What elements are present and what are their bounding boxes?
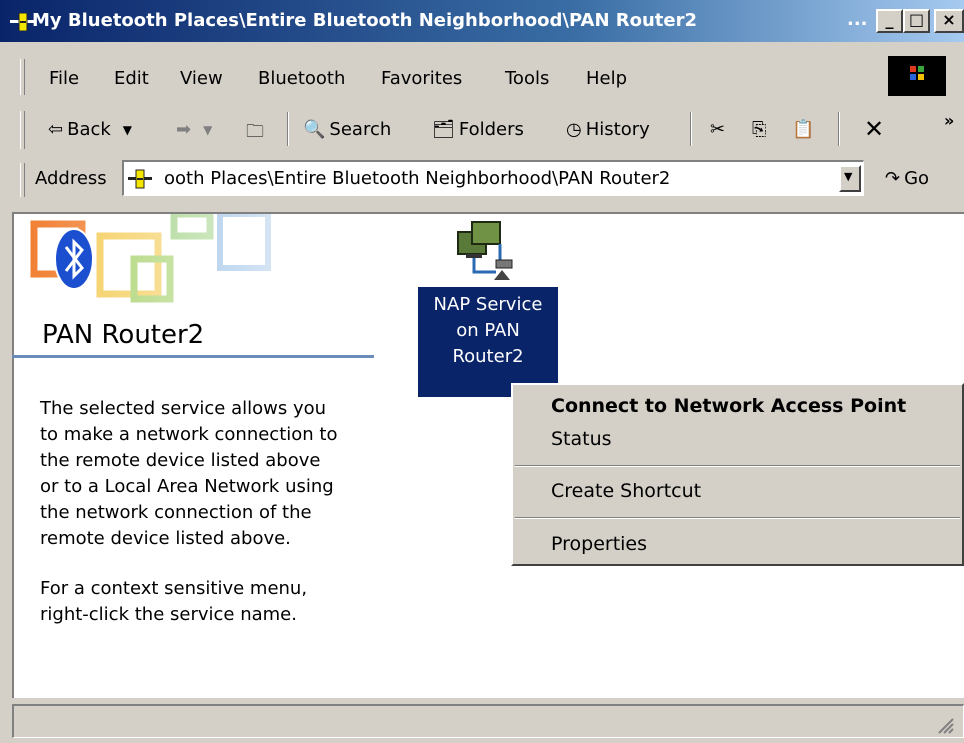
menu-favorites[interactable]: Favorites (381, 68, 462, 89)
menu-item-connect[interactable]: Connect to Network Access Point (551, 395, 906, 417)
address-value: ooth Places\Entire Bluetooth Neighborhoo… (164, 168, 671, 189)
go-button[interactable]: ↷ Go (885, 168, 929, 189)
history-label: History (585, 119, 650, 140)
back-dropdown-icon[interactable]: ▼ (123, 123, 132, 137)
back-button[interactable]: ⇦ Back ▼ (48, 119, 132, 140)
menu-separator (515, 517, 960, 519)
history-icon: ◷ (566, 119, 582, 140)
hint-line: For a context sensitive menu, (40, 578, 308, 599)
copy-button[interactable]: ⎘ (752, 119, 766, 140)
nap-label-line: on PAN (456, 320, 520, 341)
toolbar-chevron[interactable]: » (944, 111, 954, 130)
menu-item-create-shortcut[interactable]: Create Shortcut (551, 480, 701, 502)
forward-dropdown-icon[interactable]: ▼ (203, 123, 212, 137)
back-arrow-icon: ⇦ (48, 119, 64, 140)
context-menu-hint: For a context sensitive menu, right-clic… (40, 576, 370, 628)
up-folder-icon: 🗀 (246, 121, 264, 142)
resize-grip-icon[interactable] (936, 716, 954, 734)
device-name: PAN Router2 (42, 320, 205, 350)
folders-button[interactable]: 🗂 Folders (432, 119, 524, 140)
address-dropdown-button[interactable]: ▼ (839, 165, 861, 192)
search-icon: 🔍 (303, 119, 326, 140)
search-label: Search (329, 119, 392, 140)
context-menu: Connect to Network Access Point Status C… (511, 383, 964, 566)
description-line: to make a network connection to (40, 424, 338, 445)
description-line: or to a Local Area Network using (40, 476, 334, 497)
menu-view[interactable]: View (180, 68, 223, 89)
history-button[interactable]: ◷ History (566, 119, 650, 140)
windows-logo-icon (888, 56, 946, 96)
hint-line: right-click the service name. (40, 604, 297, 625)
go-arrow-icon: ↷ (885, 168, 901, 189)
toolbar-separator (838, 112, 840, 146)
copy-icon: ⎘ (752, 119, 767, 140)
bluetooth-places-icon (10, 13, 34, 31)
status-bar (12, 704, 964, 738)
maximize-button[interactable]: □ (903, 9, 930, 33)
forward-button[interactable]: ➡ ▼ (176, 119, 212, 140)
toolbar-separator (690, 112, 692, 146)
toolbar-grip[interactable] (20, 111, 25, 149)
menu-edit[interactable]: Edit (114, 68, 149, 89)
paste-icon: 📋 (792, 119, 815, 140)
delete-x-icon: ✕ (864, 115, 885, 143)
minimize-button[interactable]: _ (876, 9, 903, 33)
menu-tools[interactable]: Tools (505, 68, 549, 89)
bluetooth-neighborhood-icon (128, 169, 152, 189)
menu-bluetooth[interactable]: Bluetooth (258, 68, 345, 89)
folders-label: Folders (458, 119, 524, 140)
nap-label-line: NAP Service (433, 294, 543, 315)
address-input[interactable]: ooth Places\Entire Bluetooth Neighborhoo… (122, 160, 864, 196)
description-line: the remote device listed above (40, 450, 321, 471)
paste-button[interactable]: 📋 (792, 119, 814, 140)
menu-item-properties[interactable]: Properties (551, 533, 647, 555)
title-bar: My Bluetooth Places\Entire Bluetooth Nei… (0, 0, 964, 42)
chevron-down-icon: ▼ (844, 170, 853, 183)
folders-icon: 🗂 (432, 119, 455, 140)
description-line: the network connection of the (40, 502, 312, 523)
menu-file[interactable]: File (49, 68, 79, 89)
nap-service-item-label[interactable]: NAP Service on PAN Router2 (418, 287, 558, 397)
back-label: Back (67, 119, 111, 140)
menu-bar: File Edit View Bluetooth Favorites Tools… (10, 59, 964, 97)
chevron-more-icon: » (944, 111, 955, 130)
nap-label-line: Router2 (452, 346, 524, 367)
scissors-icon: ✂ (710, 119, 726, 140)
menu-help[interactable]: Help (586, 68, 627, 89)
title-ellipsis: ... (847, 9, 868, 30)
cut-button[interactable]: ✂ (710, 119, 725, 140)
addressbar-grip[interactable] (20, 163, 25, 197)
service-description: The selected service allows you to make … (40, 396, 370, 552)
go-label: Go (904, 168, 930, 189)
header-divider (12, 355, 374, 358)
forward-arrow-icon: ➡ (176, 119, 192, 140)
description-line: The selected service allows you (40, 398, 327, 419)
address-label: Address (35, 168, 107, 189)
search-button[interactable]: 🔍 Search (303, 119, 391, 140)
toolbar-separator (287, 112, 289, 146)
description-line: remote device listed above. (40, 528, 291, 549)
close-button[interactable]: × (934, 9, 964, 33)
bluetooth-banner-graphic (14, 214, 374, 314)
window-title: My Bluetooth Places\Entire Bluetooth Nei… (32, 10, 698, 31)
menu-separator (515, 465, 960, 467)
delete-button[interactable]: ✕ (864, 115, 884, 143)
network-access-point-icon[interactable] (456, 220, 522, 282)
up-folder-button[interactable]: 🗀 (246, 119, 264, 149)
menu-item-status[interactable]: Status (551, 428, 612, 450)
